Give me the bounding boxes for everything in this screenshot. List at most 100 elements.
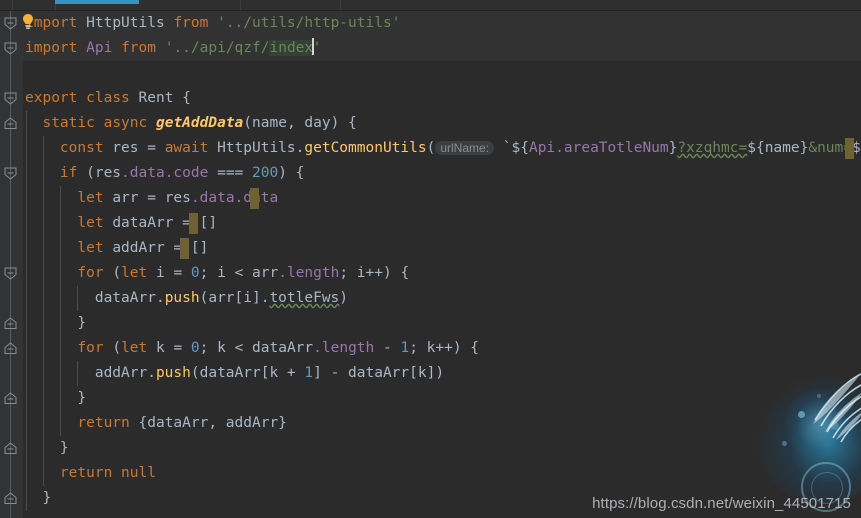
source-code[interactable]: import HttpUtils from '../utils/http-uti…	[22, 11, 861, 511]
code-line[interactable]: let addArr = []	[22, 236, 861, 261]
indent-guide	[42, 461, 44, 486]
code-line[interactable]: for (let i = 0; i < arr.length; i++) {	[22, 261, 861, 286]
code-token: ${name}	[747, 140, 809, 156]
code-line-text: for (let i = 0; i < arr.length; i++) {	[22, 265, 409, 281]
fold-collapsed-icon[interactable]	[3, 442, 18, 455]
fold-expanded-icon[interactable]	[3, 167, 18, 180]
fold-collapsed-icon[interactable]	[3, 317, 18, 330]
code-line[interactable]: import HttpUtils from '../utils/http-uti…	[22, 11, 861, 36]
code-token: res =	[103, 140, 165, 156]
code-line-text: const res = await HttpUtils.getCommonUti…	[22, 140, 861, 156]
editor-text-area[interactable]: import HttpUtils from '../utils/http-uti…	[22, 11, 861, 518]
indent-guide	[42, 236, 44, 261]
code-line[interactable]: return {dataArr, addArr}	[22, 411, 861, 436]
code-token: dataArr.	[25, 290, 165, 306]
secondary-caret	[180, 238, 189, 259]
code-line-text: return {dataArr, addArr}	[22, 415, 287, 431]
fold-expanded-icon[interactable]	[3, 92, 18, 105]
code-token: .length	[278, 265, 340, 281]
code-token: return	[59, 465, 113, 481]
indent-guide	[26, 461, 27, 486]
code-token: class	[86, 90, 130, 106]
code-line-text: addArr.push(dataArr[k + 1] - dataArr[k])	[22, 365, 444, 381]
code-token: Api	[86, 40, 113, 56]
code-token: static	[42, 115, 95, 131]
code-token: (res	[77, 165, 122, 181]
fold-expanded-icon[interactable]	[3, 17, 18, 30]
code-line[interactable]: const res = await HttpUtils.getCommonUti…	[22, 136, 861, 161]
code-line-text: dataArr.push(arr[i].totleFws)	[22, 290, 348, 306]
code-line[interactable]: import Api from '../api/qzf/index'	[22, 36, 861, 61]
code-token: '../utils/http-utils'	[217, 15, 401, 31]
code-line[interactable]: let dataArr = []	[22, 211, 861, 236]
secondary-caret	[845, 138, 854, 159]
code-token: index	[269, 40, 314, 56]
code-token: for	[77, 265, 104, 281]
code-line-text: }	[22, 440, 69, 456]
active-tab-indicator[interactable]	[55, 0, 139, 4]
code-token: push	[164, 290, 200, 306]
code-line[interactable]: }	[22, 436, 861, 461]
code-line[interactable]: addArr.push(dataArr[k + 1] - dataArr[k])	[22, 361, 861, 386]
indent-guide	[42, 161, 44, 186]
code-token: ; i < arr	[199, 265, 279, 281]
indent-guide	[76, 286, 78, 311]
code-line[interactable]: }	[22, 386, 861, 411]
code-token: dataArr = []	[103, 215, 218, 231]
fold-collapsed-icon[interactable]	[3, 117, 18, 130]
code-line[interactable]: let arr = res.data.data	[22, 186, 861, 211]
code-token: let	[121, 265, 148, 281]
indent-guide	[42, 211, 44, 236]
fold-collapsed-icon[interactable]	[3, 342, 18, 355]
fold-collapsed-icon[interactable]	[3, 392, 18, 405]
code-token: ?xzqhmc=	[677, 140, 748, 156]
code-line[interactable]: for (let k = 0; k < dataArr.length - 1; …	[22, 336, 861, 361]
code-token: return	[77, 415, 130, 431]
indent-guide	[26, 411, 27, 436]
code-token: .code	[164, 165, 209, 181]
code-line-text: if (res.data.code === 200) {	[22, 165, 305, 181]
code-line[interactable]: }	[22, 311, 861, 336]
indent-guide	[26, 311, 27, 336]
code-token: let	[121, 340, 148, 356]
indent-guide	[26, 186, 27, 211]
code-line[interactable]: if (res.data.code === 200) {	[22, 161, 861, 186]
lightbulb-icon[interactable]	[21, 13, 35, 31]
code-token: i =	[147, 265, 191, 281]
code-token: 0	[190, 340, 200, 356]
code-line-text: static async getAddData(name, day) {	[22, 115, 356, 131]
code-line-text: import Api from '../api/qzf/index'	[22, 38, 321, 56]
code-token: 1	[304, 365, 314, 381]
code-token: {	[173, 90, 191, 106]
indent-guide	[26, 111, 27, 136]
url-watermark: https://blog.csdn.net/weixin_44501715	[592, 495, 851, 512]
code-line[interactable]: dataArr.push(arr[i].totleFws)	[22, 286, 861, 311]
indent-guide	[42, 311, 44, 336]
code-line[interactable]: export class Rent {	[22, 86, 861, 111]
fold-collapsed-icon[interactable]	[3, 492, 18, 505]
indent-guide	[59, 236, 61, 261]
code-token: let	[77, 190, 104, 206]
code-token: let	[77, 240, 104, 256]
code-line[interactable]	[22, 61, 861, 86]
code-token: ${	[511, 140, 529, 156]
editor-gutter[interactable]	[0, 11, 23, 518]
code-token: HttpUtils	[86, 15, 165, 31]
code-line-text: }	[22, 315, 86, 331]
code-editor-screenshot: { "app": { "theme_name": "darcula", "bac…	[0, 0, 861, 518]
indent-guide	[26, 386, 27, 411]
fold-expanded-icon[interactable]	[3, 267, 18, 280]
code-token: HttpUtils	[217, 140, 296, 156]
code-line[interactable]: static async getAddData(name, day) {	[22, 111, 861, 136]
top-tab-strip[interactable]	[0, 0, 861, 11]
fold-expanded-icon[interactable]	[3, 42, 18, 55]
code-line[interactable]: return null	[22, 461, 861, 486]
indent-guide	[26, 136, 27, 161]
indent-guide	[59, 186, 61, 211]
